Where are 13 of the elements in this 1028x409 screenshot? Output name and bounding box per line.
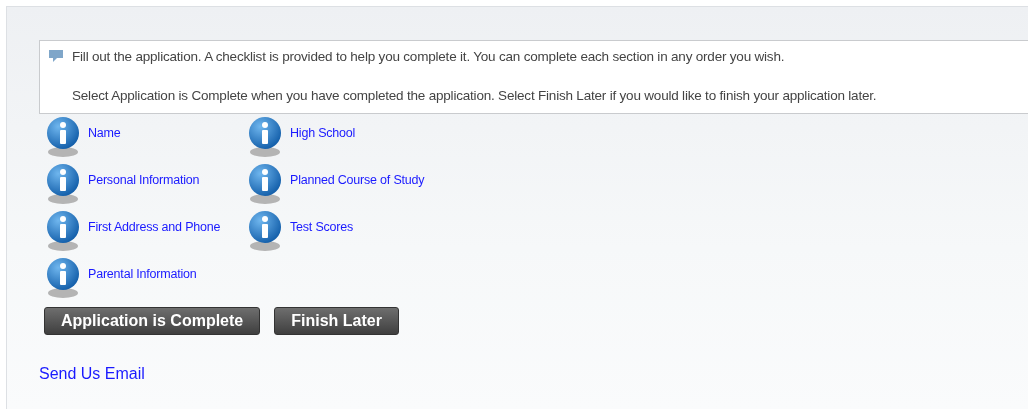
checklist-link[interactable]: First Address and Phone <box>88 220 221 234</box>
checklist-link[interactable]: Planned Course of Study <box>290 173 425 187</box>
checklist-link[interactable]: Test Scores <box>290 220 354 234</box>
email-link[interactable]: Send Us Email <box>39 365 145 383</box>
checklist-link[interactable]: Name <box>88 126 121 140</box>
checklist-link[interactable]: High School <box>290 126 356 140</box>
checklist-link[interactable]: Personal Information <box>88 173 200 187</box>
message-text: Fill out the application. A checklist is provided to help you complete it. You can complete each section in any order you wish. <box>72 49 785 64</box>
message-text: Select Application is Complete when you have completed the application. Select Finish Later if you would like to finish your application later. <box>72 88 877 103</box>
checklist-link[interactable]: Parental Information <box>88 267 197 281</box>
speech-bubble-icon <box>48 49 64 63</box>
action-button[interactable]: Application is Complete <box>44 307 261 335</box>
action-button[interactable]: Finish Later <box>274 307 399 335</box>
